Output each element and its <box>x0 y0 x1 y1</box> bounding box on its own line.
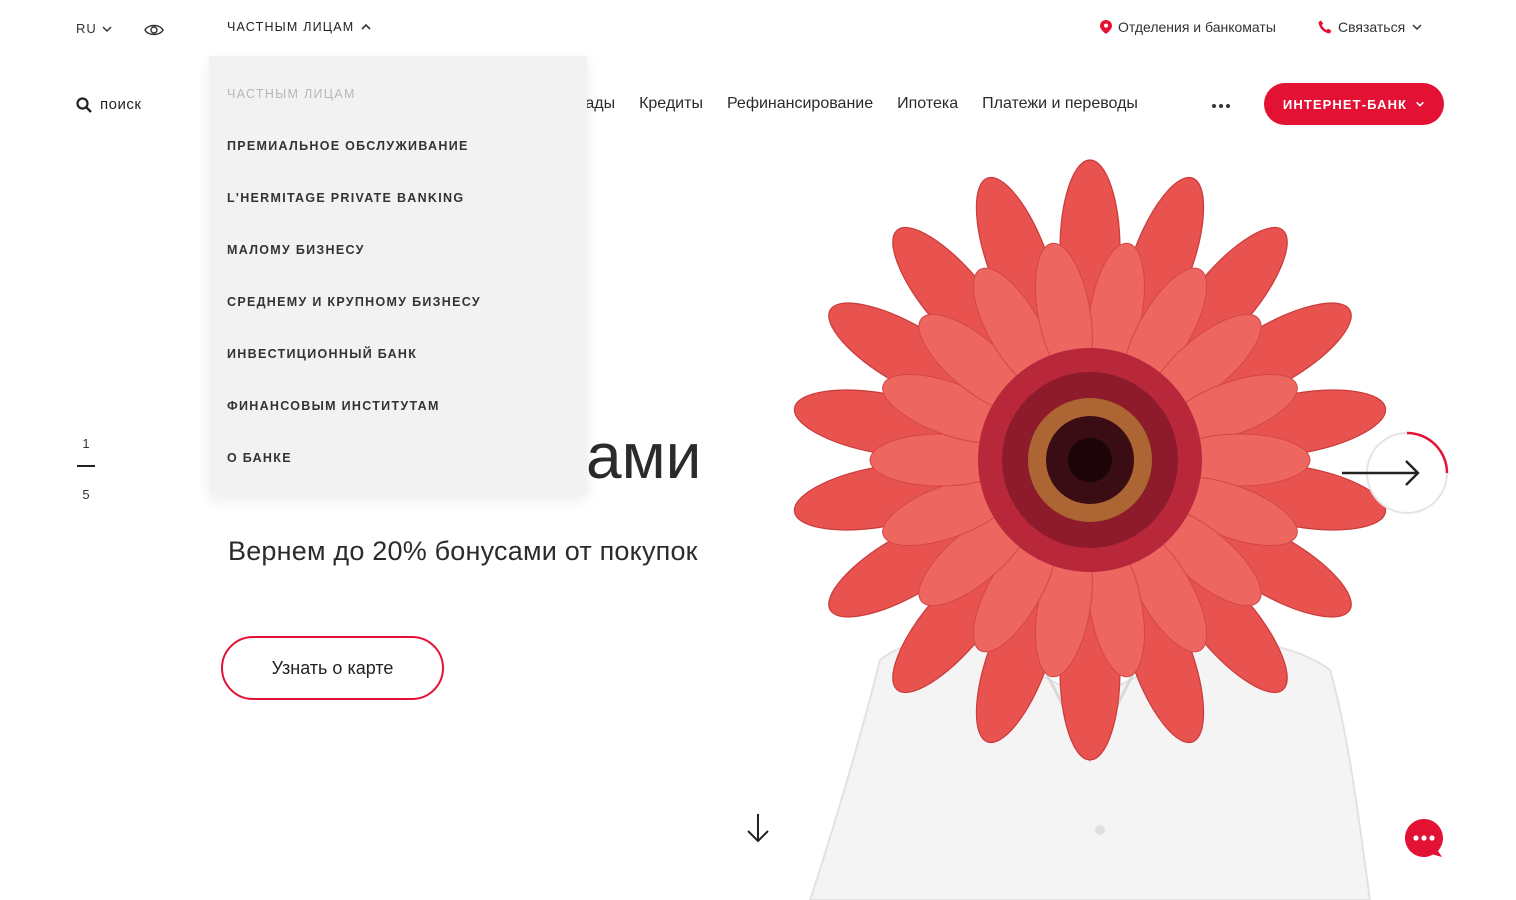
internet-bank-label: ИНТЕРНЕТ-БАНК <box>1282 96 1408 112</box>
slide-counter: 1 5 <box>76 436 96 502</box>
contact-label: Связаться <box>1338 19 1406 35</box>
segment-item-private[interactable]: ЧАСТНЫМ ЛИЦАМ <box>209 86 587 138</box>
hero-flower-image <box>793 159 1387 900</box>
slide-divider <box>77 465 95 467</box>
slide-current: 1 <box>82 436 90 451</box>
language-label: RU <box>76 21 97 36</box>
search-icon <box>76 96 92 113</box>
search-label: поиск <box>100 96 142 113</box>
segment-list: ЧАСТНЫМ ЛИЦАМ ПРЕМИАЛЬНОЕ ОБСЛУЖИВАНИЕ L… <box>209 56 587 502</box>
segment-item-about[interactable]: О БАНКЕ <box>209 450 587 502</box>
segment-item-corporate[interactable]: СРЕДНЕМУ И КРУПНОМУ БИЗНЕСУ <box>209 294 587 346</box>
segment-label: ЧАСТНЫМ ЛИЦАМ <box>227 20 355 34</box>
search-button[interactable]: поиск <box>76 96 141 113</box>
chevron-down-icon <box>1416 101 1424 107</box>
segment-item-financial-institutions[interactable]: ФИНАНСОВЫМ ИНСТИТУТАМ <box>209 398 587 450</box>
hero-subtitle: Вернем до 20% бонусами от покупок <box>228 536 698 566</box>
slide-total: 5 <box>82 487 90 502</box>
hero-title: ами <box>586 420 702 492</box>
branches-link[interactable]: Отделения и банкоматы <box>1100 19 1276 35</box>
nav-link-credits[interactable]: Кредиты <box>639 95 703 113</box>
branches-label: Отделения и банкоматы <box>1118 19 1276 35</box>
segment-item-private-banking[interactable]: L'HERMITAGE PRIVATE BANKING <box>209 190 587 242</box>
arrow-down-icon[interactable] <box>746 812 770 844</box>
chevron-up-icon <box>361 23 371 30</box>
chevron-down-icon <box>102 25 112 32</box>
internet-bank-button[interactable]: ИНТЕРНЕТ-БАНК <box>1264 83 1444 125</box>
top-bar: RU ЧАСТНЫМ ЛИЦАМ Отделения и банкоматы С… <box>0 0 1516 58</box>
segment-selector[interactable]: ЧАСТНЫМ ЛИЦАМ <box>227 20 372 34</box>
nav-link-mortgage[interactable]: Ипотека <box>897 95 958 113</box>
segment-item-premium[interactable]: ПРЕМИАЛЬНОЕ ОБСЛУЖИВАНИЕ <box>209 138 587 190</box>
next-slide-button[interactable] <box>1340 430 1450 516</box>
chat-icon[interactable] <box>1404 818 1444 858</box>
more-menu-icon[interactable] <box>1212 104 1230 108</box>
segment-dropdown: ЧАСТНЫМ ЛИЦАМ ПРЕМИАЛЬНОЕ ОБСЛУЖИВАНИЕ L… <box>209 56 587 494</box>
language-selector[interactable]: RU <box>76 21 113 36</box>
phone-icon <box>1318 20 1332 34</box>
nav-link-refinancing[interactable]: Рефинансирование <box>727 95 873 113</box>
eye-icon[interactable] <box>144 20 164 40</box>
nav-links: лады Кредиты Рефинансирование Ипотека Пл… <box>576 95 1138 113</box>
learn-card-button[interactable]: Узнать о карте <box>221 636 444 700</box>
segment-item-small-business[interactable]: МАЛОМУ БИЗНЕСУ <box>209 242 587 294</box>
segment-item-investment-bank[interactable]: ИНВЕСТИЦИОННЫЙ БАНК <box>209 346 587 398</box>
chevron-down-icon <box>1412 24 1422 31</box>
contact-menu[interactable]: Связаться <box>1318 19 1423 35</box>
nav-link-payments[interactable]: Платежи и переводы <box>982 95 1138 113</box>
location-pin-icon <box>1100 20 1112 34</box>
